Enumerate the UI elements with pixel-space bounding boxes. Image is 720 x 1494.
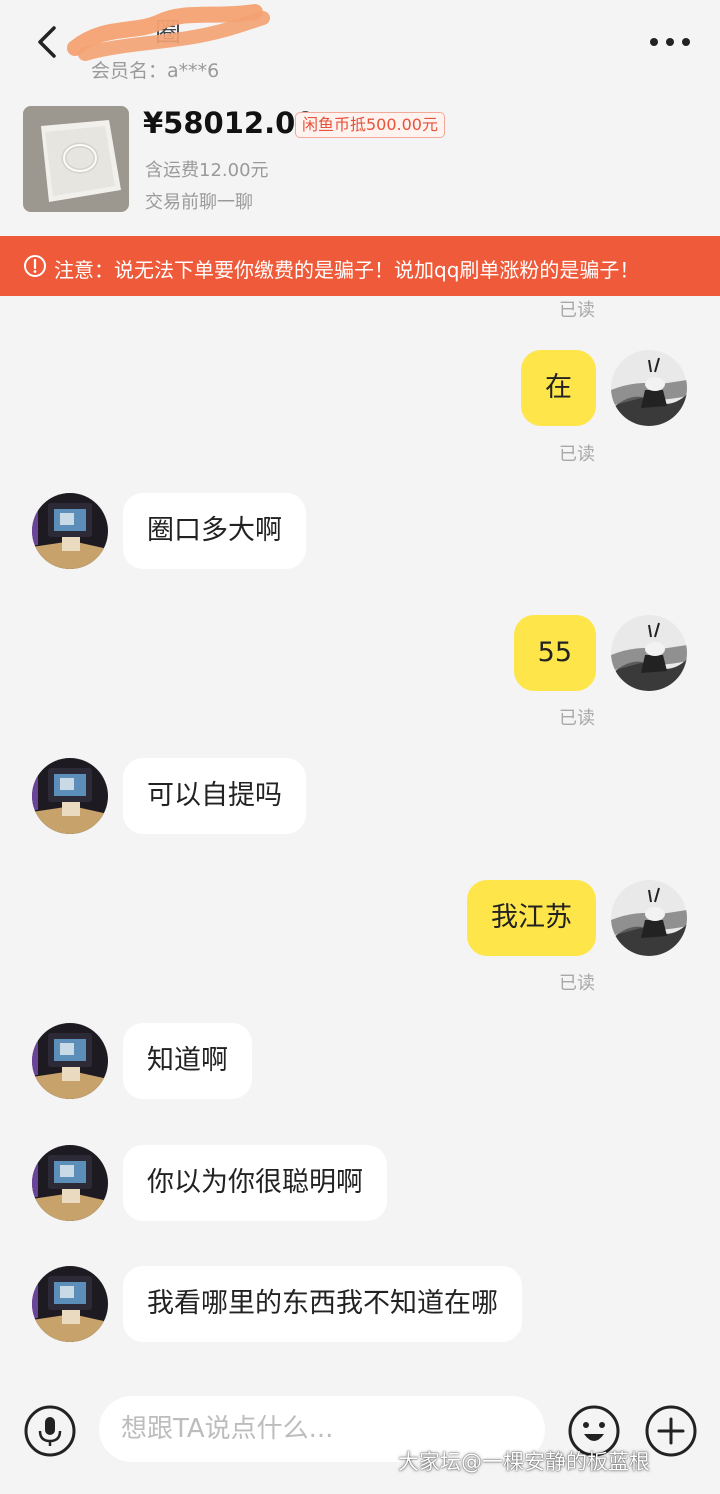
shipping-fee: 含运费12.00元 <box>145 160 269 181</box>
my-avatar[interactable] <box>611 880 687 956</box>
read-status: 已读 <box>559 444 595 465</box>
product-thumbnail[interactable] <box>23 106 129 212</box>
plus-circle-icon[interactable] <box>644 1404 698 1458</box>
seller-avatar[interactable] <box>32 1023 108 1099</box>
seller-avatar[interactable] <box>32 1145 108 1221</box>
watermark: 大家坛@一棵安静的板蓝根 <box>398 1450 650 1474</box>
microphone-icon[interactable] <box>23 1404 77 1458</box>
input-bar: 大家坛@一棵安静的板蓝根 <box>0 1394 720 1494</box>
seller-avatar[interactable] <box>32 493 108 569</box>
back-arrow-icon[interactable] <box>30 22 70 62</box>
read-status: 已读 <box>559 300 595 321</box>
member-name: 会员名：a***6 <box>91 60 220 82</box>
read-status: 已读 <box>559 708 595 729</box>
product-price: ¥58012.00 <box>143 106 316 140</box>
seller-message-bubble[interactable]: 圈口多大啊 <box>123 493 306 569</box>
coin-discount-badge: 闲鱼币抵500.00元 <box>295 112 445 138</box>
warning-circle-icon <box>24 255 46 277</box>
my-message-bubble[interactable]: 我江苏 <box>467 880 596 956</box>
read-status: 已读 <box>559 973 595 994</box>
top-bar: 圈 会员名：a***6 <box>0 0 720 92</box>
my-avatar[interactable] <box>611 615 687 691</box>
seller-message-bubble[interactable]: 你以为你很聪明啊 <box>123 1145 387 1221</box>
redacted-name-scribble <box>67 4 270 61</box>
seller-avatar[interactable] <box>32 1266 108 1342</box>
product-card[interactable]: ¥58012.00 闲鱼币抵500.00元 含运费12.00元 交易前聊一聊 <box>0 92 720 236</box>
chat-prompt: 交易前聊一聊 <box>145 192 253 213</box>
more-dots-icon[interactable] <box>648 28 692 56</box>
my-message-bubble[interactable]: 在 <box>521 350 596 426</box>
seller-message-bubble[interactable]: 我看哪里的东西我不知道在哪 <box>123 1266 522 1342</box>
seller-message-bubble[interactable]: 知道啊 <box>123 1023 252 1099</box>
warning-text: 注意：说无法下单要你缴费的是骗子！说加qq刷单涨粉的是骗子！ <box>54 258 640 282</box>
seller-message-bubble[interactable]: 可以自提吗 <box>123 758 306 834</box>
my-avatar[interactable] <box>611 350 687 426</box>
my-message-bubble[interactable]: 55 <box>513 615 596 691</box>
fraud-warning-banner: 注意：说无法下单要你缴费的是骗子！说加qq刷单涨粉的是骗子！ <box>0 236 720 296</box>
seller-avatar[interactable] <box>32 758 108 834</box>
